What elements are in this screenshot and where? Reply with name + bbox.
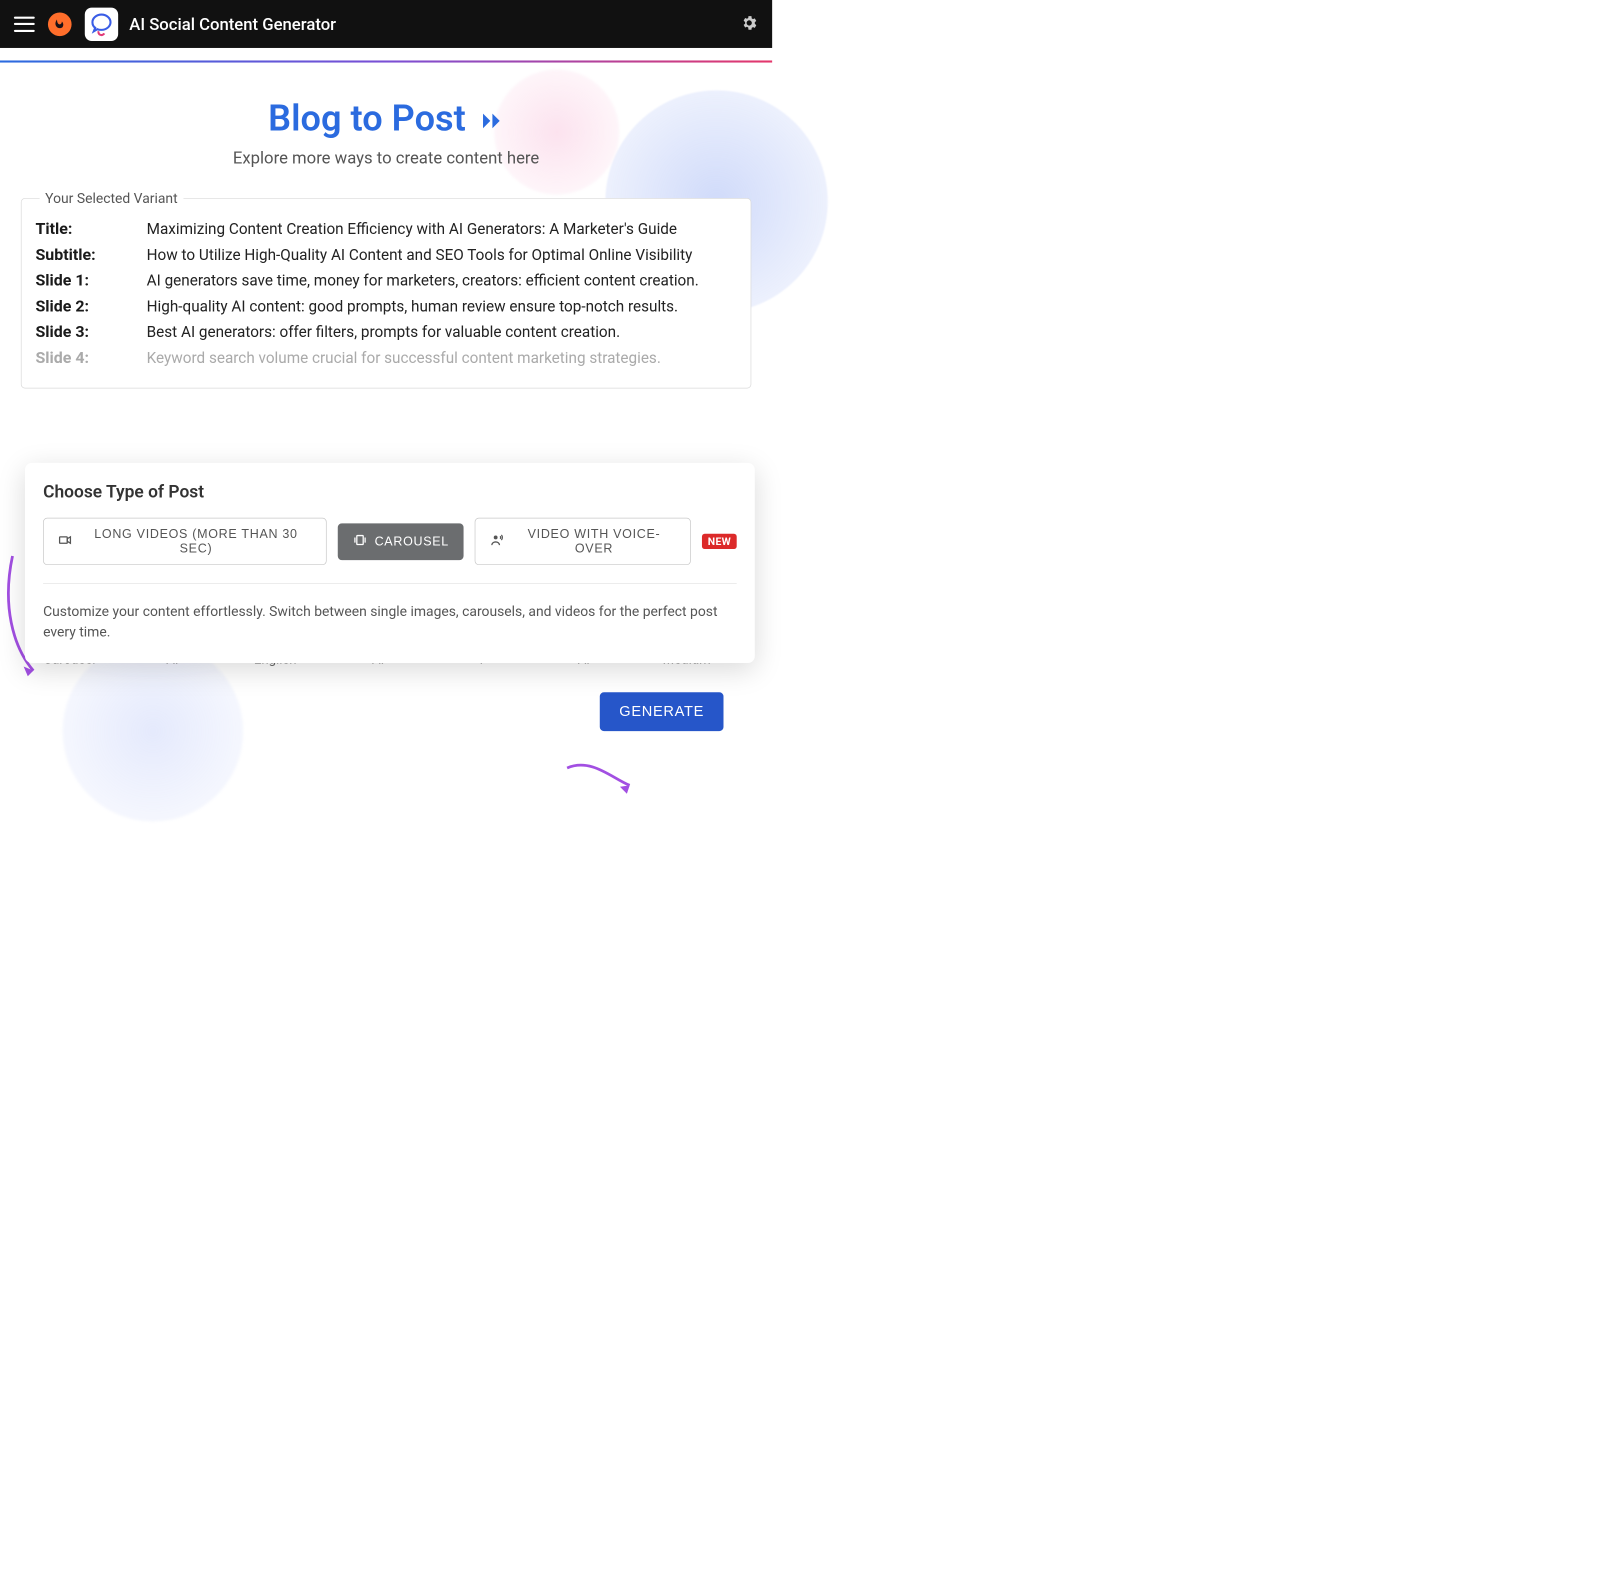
choose-post-type-popup: Choose Type of Post LONG VIDEOS (MORE TH… [25, 463, 755, 663]
popup-title: Choose Type of Post [43, 482, 737, 502]
semrush-flame-icon [46, 10, 74, 38]
variant-row-label: Slide 1: [35, 271, 111, 290]
generate-button[interactable]: GENERATE [600, 692, 724, 731]
variant-row-value: High-quality AI content: good prompts, h… [147, 298, 737, 315]
variant-row-label: Subtitle: [35, 245, 111, 264]
fieldset-legend: Your Selected Variant [40, 190, 184, 207]
carousel-icon [352, 532, 367, 551]
annotation-arrow-icon [564, 758, 640, 802]
variant-row: Slide 2: High-quality AI content: good p… [35, 297, 736, 316]
variant-row-value: Keyword search volume crucial for succes… [147, 349, 737, 366]
settings-button[interactable] [740, 14, 758, 35]
variant-row-label: Slide 4: [35, 348, 111, 367]
hamburger-menu-icon[interactable] [14, 16, 35, 31]
voice-over-icon [489, 532, 504, 551]
variant-row: Slide 4: Keyword search volume crucial f… [35, 348, 736, 367]
chevron-double-right-icon [479, 100, 504, 142]
type-label: LONG VIDEOS (MORE THAN 30 SEC) [80, 527, 312, 556]
variant-row-label: Slide 2: [35, 297, 111, 316]
type-label: CAROUSEL [375, 534, 449, 549]
topbar: AI Social Content Generator [0, 0, 772, 48]
page-subtitle: Explore more ways to create content here [21, 148, 751, 167]
new-badge: NEW [702, 534, 737, 549]
post-type-options: LONG VIDEOS (MORE THAN 30 SEC) CAROUSEL … [43, 518, 737, 584]
variant-row-value: Best AI generators: offer filters, promp… [147, 324, 737, 341]
variant-row: Subtitle: How to Utilize High-Quality AI… [35, 245, 736, 264]
variant-row: Title: Maximizing Content Creation Effic… [35, 219, 736, 238]
page-title[interactable]: Blog to Post [21, 97, 751, 142]
app-title: AI Social Content Generator [129, 14, 336, 33]
variant-row-label: Title: [35, 219, 111, 238]
video-camera-icon [58, 532, 73, 551]
variant-row: Slide 3: Best AI generators: offer filte… [35, 322, 736, 341]
type-carousel-button[interactable]: CAROUSEL [338, 523, 464, 560]
type-video-voiceover-button[interactable]: VIDEO WITH VOICE-OVER [475, 518, 691, 565]
page-title-text: Blog to Post [268, 97, 466, 139]
app-logo-icon [85, 7, 118, 40]
variant-row-label: Slide 3: [35, 322, 111, 341]
popup-description: Customize your content effortlessly. Swi… [43, 600, 737, 642]
type-label: VIDEO WITH VOICE-OVER [512, 527, 677, 556]
selected-variant-panel: Your Selected Variant Title: Maximizing … [21, 198, 751, 388]
variant-row: Slide 1: AI generators save time, money … [35, 271, 736, 290]
variant-row-value: Maximizing Content Creation Efficiency w… [147, 221, 737, 238]
type-long-videos-button[interactable]: LONG VIDEOS (MORE THAN 30 SEC) [43, 518, 327, 565]
variant-row-value: How to Utilize High-Quality AI Content a… [147, 247, 737, 264]
variant-row-value: AI generators save time, money for marke… [147, 272, 737, 289]
